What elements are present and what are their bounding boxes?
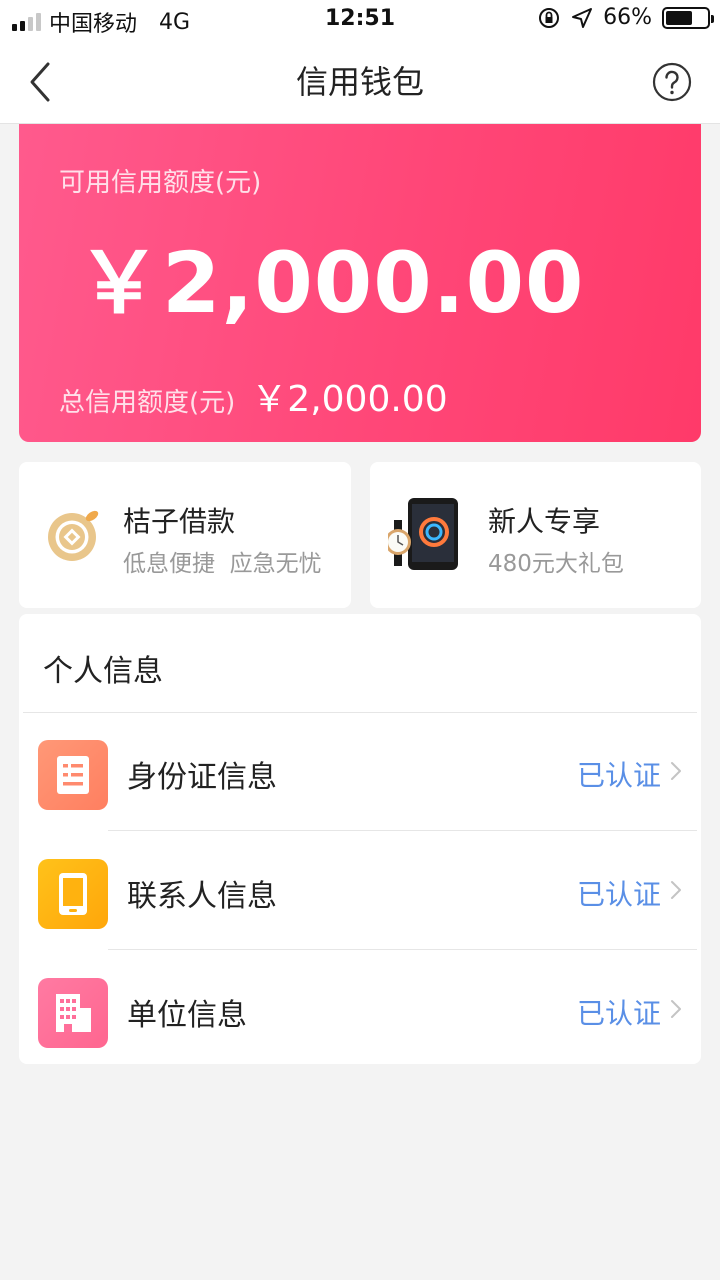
phone-watch-icon: [388, 498, 458, 570]
promo-card-newcomer[interactable]: 新人专享 480元大礼包: [370, 462, 701, 608]
status-right: 66%: [537, 5, 714, 30]
nav-bar: 信用钱包: [0, 40, 720, 124]
promo-loan-subtitle: 低息便捷 应急无忧: [123, 551, 322, 577]
available-credit-label: 可用信用额度(元): [59, 168, 262, 198]
coin-icon: [48, 510, 99, 561]
total-credit: 总信用额度(元) ￥2,000.00: [59, 370, 448, 422]
verified-status: 已认证: [576, 997, 661, 1030]
back-arrow-icon[interactable]: [22, 60, 62, 104]
info-row-label: 联系人信息: [127, 879, 277, 914]
total-credit-label: 总信用额度(元): [59, 388, 236, 418]
status-bar: 中国移动 4G 12:51 66%: [0, 0, 720, 40]
chevron-right-icon: [671, 1000, 681, 1018]
info-row-employer[interactable]: 单位信息 已认证: [19, 950, 701, 1069]
verified-status: 已认证: [576, 759, 661, 792]
verified-status: 已认证: [576, 878, 661, 911]
location-arrow-icon: [572, 7, 593, 28]
personal-info-section: 个人信息 身份证信息 已认证 联系人信息 已认证 单位信息 已认证: [19, 614, 701, 1064]
building-icon: [38, 978, 108, 1048]
promo-loan-title: 桔子借款: [123, 505, 236, 538]
rotation-lock-icon: [539, 7, 560, 28]
chevron-right-icon: [671, 881, 681, 899]
battery-percent: 66%: [603, 5, 652, 30]
phone-icon: [38, 859, 108, 929]
info-row-label: 身份证信息: [127, 760, 277, 795]
battery-icon: [662, 6, 714, 29]
help-icon[interactable]: [652, 62, 692, 102]
id-card-icon: [38, 740, 108, 810]
info-row-contacts[interactable]: 联系人信息 已认证: [19, 831, 701, 950]
promo-newcomer-title: 新人专享: [488, 505, 601, 538]
credit-limit-card: 可用信用额度(元) ￥2,000.00 总信用额度(元) ￥2,000.00: [19, 124, 701, 442]
info-row-label: 单位信息: [127, 998, 247, 1033]
chevron-right-icon: [671, 762, 681, 780]
info-row-id-card[interactable]: 身份证信息 已认证: [19, 712, 701, 831]
total-credit-amount: ￥2,000.00: [251, 379, 448, 420]
available-credit-amount: ￥2,000.00: [77, 234, 585, 332]
promo-card-loan[interactable]: 桔子借款 低息便捷 应急无忧: [19, 462, 351, 608]
promo-newcomer-subtitle: 480元大礼包: [488, 551, 624, 577]
section-title: 个人信息: [43, 654, 163, 689]
page-title: 信用钱包: [295, 63, 424, 101]
